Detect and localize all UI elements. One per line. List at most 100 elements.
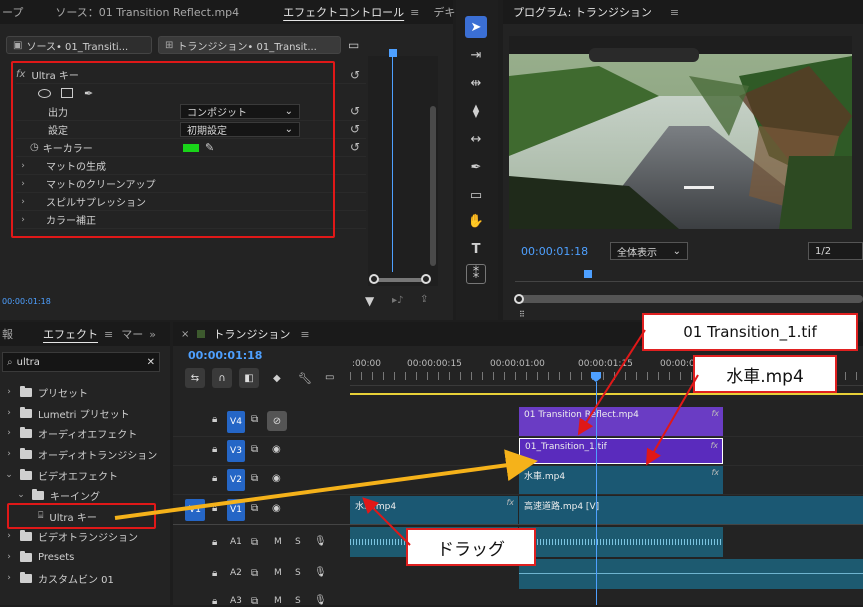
razor-tool-icon[interactable]: ⧫	[465, 100, 487, 122]
effects-item-video-effects[interactable]: ⌄ ビデオエフェクト	[2, 465, 118, 485]
more-panels-icon[interactable]: »	[149, 328, 156, 341]
effects-menu-icon[interactable]: ≡	[104, 328, 113, 341]
ec-timecode[interactable]: 00:00:01:18	[2, 297, 51, 306]
ec-playhead-head[interactable]	[389, 49, 397, 57]
clip-v2-watermill[interactable]: 水車.mp4 fx	[519, 466, 723, 494]
program-scroll-handle[interactable]	[514, 294, 524, 304]
sync-lock-icon[interactable]: ⧉	[251, 537, 258, 548]
clip-v3-transition-tif[interactable]: 01_Transition_1.tif fx	[519, 438, 723, 464]
solo-button[interactable]: S	[295, 537, 301, 547]
effects-item-lumetri-presets[interactable]: › Lumetri プリセット	[2, 403, 130, 423]
track-target-v3[interactable]: V3	[227, 440, 245, 462]
program-menu-icon[interactable]: ≡	[670, 6, 679, 19]
program-ruler[interactable]	[515, 270, 863, 282]
rectangle-tool-icon[interactable]: ▭	[465, 184, 487, 206]
timeline-timecode[interactable]: 00:00:01:18	[188, 349, 262, 362]
tab-effects[interactable]: エフェクト	[21, 326, 102, 342]
ec-zoom-bar[interactable]	[372, 278, 428, 282]
effects-item-audio-effects[interactable]: › オーディオエフェクト	[2, 423, 137, 443]
track-select-tool-icon[interactable]: ⇥	[465, 44, 487, 66]
ec-scrollbar[interactable]	[430, 106, 436, 266]
audio-clip-a1-right[interactable]	[519, 527, 723, 557]
filter-icon[interactable]: ▼	[365, 294, 374, 308]
mute-button[interactable]: M	[274, 568, 282, 578]
fit-dropdown[interactable]: 全体表示 ⌄	[610, 242, 688, 260]
tab-markers[interactable]: マー	[113, 326, 147, 342]
source-clip-selector[interactable]: ▣ ソース• 01_Transiti...	[6, 36, 152, 54]
solo-button[interactable]: S	[295, 568, 301, 578]
pen-tool-icon[interactable]: ✒	[465, 156, 487, 178]
reset-setting-icon[interactable]: ↺	[350, 122, 360, 136]
effects-item-custom-bin[interactable]: › カスタムビン 01	[2, 568, 114, 588]
clip-v1-highway[interactable]: 高速道路.mp4 [V]	[519, 496, 863, 524]
program-playhead[interactable]	[584, 270, 592, 278]
selection-tool-icon[interactable]: ➤	[465, 16, 487, 38]
sync-lock-icon[interactable]: ⧉	[251, 503, 258, 514]
clip-v4-transition-reflect[interactable]: 01 Transition Reflect.mp4 fx	[519, 407, 723, 436]
eye-icon[interactable]: ◉	[272, 503, 281, 514]
clear-search-icon[interactable]: ✕	[147, 357, 155, 368]
sync-lock-icon[interactable]: ⧉	[251, 596, 258, 607]
tab-effect-controls[interactable]: エフェクトコントロール	[247, 4, 408, 20]
microphone-icon[interactable]: 🎙︎	[314, 595, 327, 606]
add-marker-icon[interactable]: ◆	[273, 373, 281, 384]
lock-icon[interactable]: 🔒︎	[212, 503, 217, 514]
ripple-edit-tool-icon[interactable]: ⇹	[465, 72, 487, 94]
sync-lock-icon[interactable]: ⧉	[251, 444, 258, 455]
lock-icon[interactable]: 🔒︎	[212, 414, 217, 425]
slip-tool-icon[interactable]: ↔	[465, 128, 487, 150]
sync-lock-icon[interactable]: ⧉	[251, 473, 258, 484]
lock-icon[interactable]: 🔒︎	[212, 473, 217, 484]
eye-icon[interactable]: ◉	[272, 473, 281, 484]
panel-menu-icon[interactable]: ≡	[410, 6, 419, 19]
program-timecode[interactable]: 00:00:01:18	[521, 245, 588, 258]
effects-item-presets-en[interactable]: › Presets	[2, 547, 74, 567]
close-icon[interactable]: ×	[181, 329, 189, 340]
reset-output-icon[interactable]: ↺	[350, 104, 360, 118]
linked-selection-icon[interactable]: ◧	[239, 368, 259, 388]
tab-source[interactable]: ソース：01 Transition Reflect.mp4	[31, 4, 247, 20]
nest-toggle-icon[interactable]: ⇆	[185, 368, 205, 388]
track-label-a1[interactable]: A1	[230, 537, 242, 547]
sync-lock-icon[interactable]: ⧉	[251, 568, 258, 579]
eye-icon[interactable]: ◉	[272, 444, 281, 455]
timeline-title[interactable]: トランジション	[205, 326, 298, 342]
tab-left[interactable]: ープ	[0, 4, 31, 20]
mute-button[interactable]: M	[274, 537, 282, 547]
reset-keycolor-icon[interactable]: ↺	[350, 140, 360, 154]
source-patch-v1[interactable]: V1	[185, 499, 205, 521]
microphone-icon[interactable]: 🎙︎	[314, 567, 327, 578]
reset-ultra-key-icon[interactable]: ↺	[350, 68, 360, 82]
timeline-menu-icon[interactable]: ≡	[300, 328, 309, 341]
microphone-icon[interactable]: 🎙︎	[314, 536, 327, 547]
tab-info[interactable]: 報	[0, 326, 21, 342]
track-label-a2[interactable]: A2	[230, 568, 242, 578]
effects-item-presets[interactable]: › プリセット	[2, 382, 88, 402]
audio-clip-a2[interactable]	[519, 559, 863, 589]
play-audio-icon[interactable]: ▸♪	[392, 295, 403, 306]
export-icon[interactable]: ⇪	[420, 294, 428, 305]
sync-lock-icon[interactable]: ⧉	[251, 414, 258, 425]
track-target-v4[interactable]: V4	[227, 411, 245, 433]
effects-item-keying[interactable]: ⌄ キーイング	[14, 485, 100, 505]
lock-icon[interactable]: 🔒︎	[212, 537, 217, 548]
resolution-dropdown[interactable]: 1/2	[808, 242, 863, 260]
effects-search-field[interactable]: ⌕ ultra ✕	[2, 352, 160, 372]
clip-v1-watermill[interactable]: 水車.mp4 fx	[350, 496, 518, 524]
hand-tool-icon[interactable]: ✋	[465, 210, 487, 232]
sequence-clip-selector[interactable]: ⊞ トランジション• 01_Transit...	[158, 36, 341, 54]
lock-icon[interactable]: 🔒︎	[212, 568, 217, 579]
track-target-v1[interactable]: V1	[227, 499, 245, 521]
effects-item-video-transitions[interactable]: › ビデオトランジション	[2, 526, 138, 546]
wrench-icon[interactable]: 🔧︎	[298, 372, 312, 385]
eye-hidden-icon[interactable]: ⊘	[267, 411, 287, 431]
remix-tool-icon[interactable]: ⁑	[466, 264, 486, 284]
lock-icon[interactable]: 🔒︎	[212, 596, 217, 607]
ec-zoom-handle-left[interactable]	[369, 274, 379, 284]
program-title[interactable]: プログラム: トランジション	[503, 4, 660, 20]
program-scrollbar[interactable]	[515, 295, 863, 303]
ec-zoom-handle-right[interactable]	[421, 274, 431, 284]
drag-grip-icon[interactable]: ⠿	[519, 310, 525, 319]
panel-layout-icon[interactable]: ▭	[348, 38, 359, 52]
effects-item-audio-transitions[interactable]: › オーディオトランジション	[2, 444, 157, 464]
